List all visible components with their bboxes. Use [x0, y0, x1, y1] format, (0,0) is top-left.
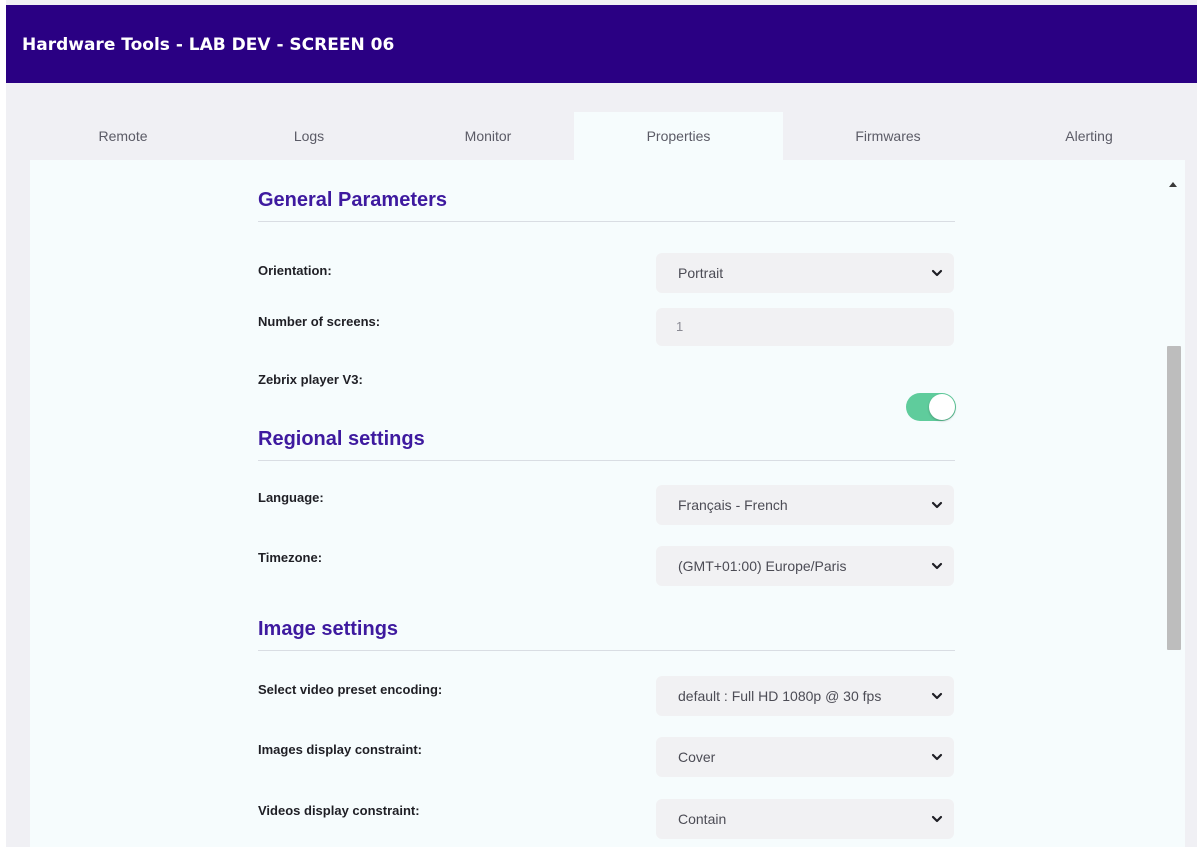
- section-divider: [258, 650, 955, 651]
- screens-label: Number of screens:: [258, 314, 381, 329]
- timezone-value: (GMT+01:00) Europe/Paris: [678, 558, 847, 574]
- orientation-value: Portrait: [678, 265, 724, 281]
- videos-constraint-select[interactable]: Contain: [656, 799, 954, 839]
- number-of-screens-input[interactable]: 1: [656, 308, 954, 346]
- tab-properties[interactable]: Properties: [574, 112, 783, 160]
- zebrix-player-toggle[interactable]: [906, 393, 956, 421]
- section-divider: [258, 221, 955, 222]
- tab-monitor[interactable]: Monitor: [402, 112, 574, 160]
- timezone-select[interactable]: (GMT+01:00) Europe/Paris: [656, 546, 954, 586]
- chevron-down-icon: [931, 692, 943, 700]
- player-label: Zebrix player V3:: [258, 372, 363, 387]
- app-title: Hardware Tools - LAB DEV - SCREEN 06: [22, 35, 395, 55]
- video-preset-select[interactable]: default : Full HD 1080p @ 30 fps: [656, 676, 954, 716]
- number-of-screens-value: 1: [676, 319, 684, 334]
- scroll-thumb[interactable]: [1167, 346, 1181, 650]
- section-title-general: General Parameters: [258, 189, 448, 211]
- section-divider: [258, 460, 955, 461]
- chevron-down-icon: [931, 269, 943, 277]
- tab-firmwares[interactable]: Firmwares: [783, 112, 993, 160]
- language-label: Language:: [258, 490, 324, 505]
- orientation-select[interactable]: Portrait: [656, 253, 954, 293]
- tab-bar: Remote Logs Monitor Properties Firmwares…: [30, 112, 1185, 160]
- language-value: Français - French: [678, 497, 788, 513]
- vertical-scrollbar[interactable]: [1163, 160, 1185, 847]
- videos-constraint-value: Contain: [678, 811, 727, 827]
- timezone-label: Timezone:: [258, 550, 323, 565]
- images-constraint-select[interactable]: Cover: [656, 737, 954, 777]
- chevron-down-icon: [931, 562, 943, 570]
- window-margin: [0, 0, 6, 847]
- images-constraint-label: Images display constraint:: [258, 742, 422, 757]
- tab-remote[interactable]: Remote: [30, 112, 216, 160]
- preset-label: Select video preset encoding:: [258, 682, 443, 697]
- section-title-regional: Regional settings: [258, 428, 425, 450]
- scroll-up-arrow-icon[interactable]: [1169, 182, 1177, 187]
- videos-constraint-label: Videos display constraint:: [258, 803, 420, 818]
- tab-alerting[interactable]: Alerting: [993, 112, 1185, 160]
- video-preset-value: default : Full HD 1080p @ 30 fps: [678, 688, 882, 704]
- app-header: Hardware Tools - LAB DEV - SCREEN 06: [6, 5, 1197, 83]
- language-select[interactable]: Français - French: [656, 485, 954, 525]
- toggle-knob: [929, 394, 955, 420]
- tab-logs[interactable]: Logs: [216, 112, 402, 160]
- properties-panel: [30, 160, 1163, 847]
- chevron-down-icon: [931, 501, 943, 509]
- section-title-image: Image settings: [258, 618, 399, 640]
- chevron-down-icon: [931, 753, 943, 761]
- orientation-label: Orientation:: [258, 263, 332, 278]
- images-constraint-value: Cover: [678, 749, 716, 765]
- chevron-down-icon: [931, 815, 943, 823]
